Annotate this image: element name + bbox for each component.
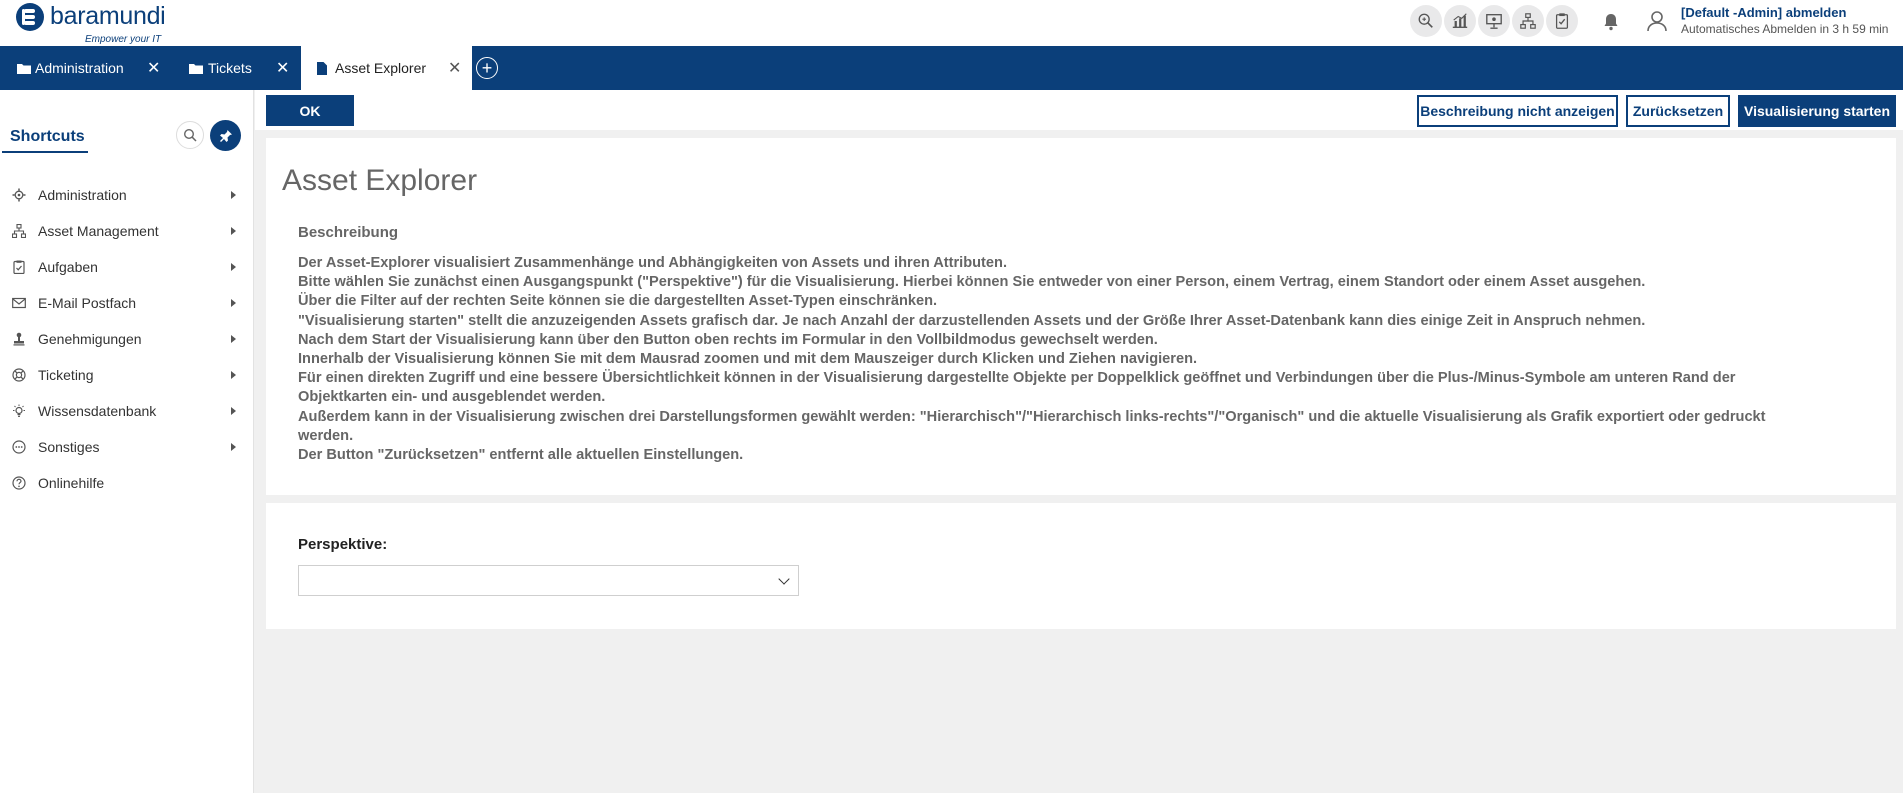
- close-tab-icon[interactable]: ✕: [147, 58, 160, 78]
- sidebar-item-ticketing[interactable]: Ticketing: [0, 357, 253, 393]
- document-icon: [317, 62, 327, 75]
- ok-button[interactable]: OK: [266, 95, 354, 126]
- folder-icon: [17, 64, 31, 74]
- description-line: Außerdem kann in der Visualisierung zwis…: [298, 408, 1766, 444]
- baramundi-logo[interactable]: baramundi Empower your IT: [16, 2, 176, 45]
- perspective-label: Perspektive:: [298, 536, 388, 553]
- clipboard-check-icon[interactable]: [1546, 5, 1578, 37]
- support-icon: [12, 368, 26, 382]
- perspective-select[interactable]: [298, 565, 799, 596]
- reset-button[interactable]: Zurücksetzen: [1626, 95, 1730, 127]
- description-line: "Visualisierung starten" stellt die anzu…: [298, 312, 1646, 329]
- description-line: Innerhalb der Visualisierung können Sie …: [298, 351, 1198, 368]
- active-tab-underline: [2, 151, 88, 153]
- chevron-right-icon: [231, 371, 236, 379]
- sidebar-item-label: Aufgaben: [38, 259, 98, 275]
- presentation-icon[interactable]: [1478, 5, 1510, 37]
- shortcuts-title[interactable]: Shortcuts: [10, 128, 85, 146]
- sidebar-item-label: E-Mail Postfach: [38, 295, 137, 311]
- tab-administration[interactable]: Administration ✕: [0, 46, 170, 90]
- stamp-icon: [13, 332, 25, 346]
- description-line: Über die Filter auf der rechten Seite kö…: [298, 293, 938, 310]
- add-tab-icon[interactable]: +: [476, 57, 498, 79]
- sidebar-item-genehmigungen[interactable]: Genehmigungen: [0, 321, 253, 357]
- chevron-right-icon: [231, 299, 236, 307]
- sidebar-item-label: Onlinehilfe: [38, 475, 105, 491]
- chevron-right-icon: [231, 263, 236, 271]
- user-avatar-icon[interactable]: [1644, 8, 1670, 34]
- description-heading: Beschreibung: [298, 224, 399, 241]
- notification-bell-icon[interactable]: [1599, 10, 1623, 34]
- app-header: baramundi Empower your IT [Default -Admi…: [0, 0, 1903, 46]
- chevron-down-icon: [778, 573, 790, 585]
- close-tab-icon[interactable]: ✕: [276, 58, 289, 78]
- sidebar-item-label: Wissensdatenbank: [38, 403, 157, 419]
- mail-icon: [12, 297, 26, 309]
- sidebar-item-wissensdatenbank[interactable]: Wissensdatenbank: [0, 393, 253, 429]
- chevron-right-icon: [231, 407, 236, 415]
- description-line: Bitte wählen Sie zunächst einen Ausgangs…: [298, 274, 1646, 291]
- sidebar-item-label: Sonstiges: [38, 439, 100, 455]
- description-line: Nach dem Start der Visualisierung kann ü…: [298, 331, 1158, 348]
- logo-text: baramundi: [50, 2, 166, 30]
- description-line: Für einen direkten Zugriff und eine bess…: [298, 370, 1736, 406]
- description-text: Der Asset-Explorer visualisiert Zusammen…: [298, 254, 1818, 465]
- tab-bar: Administration ✕ Tickets ✕ Asset Explore…: [0, 46, 1903, 90]
- hide-description-button[interactable]: Beschreibung nicht anzeigen: [1417, 95, 1618, 127]
- tab-tickets[interactable]: Tickets ✕: [170, 46, 300, 90]
- lightbulb-icon: [13, 404, 25, 417]
- description-line: Der Button "Zurücksetzen" entfernt alle …: [298, 447, 744, 464]
- zoom-search-icon[interactable]: [1410, 5, 1442, 37]
- chevron-right-icon: [231, 335, 236, 343]
- sidebar-item-asset-management[interactable]: Asset Management: [0, 213, 253, 249]
- chart-icon[interactable]: [1444, 5, 1476, 37]
- tab-label: Asset Explorer: [335, 60, 427, 76]
- folder-icon: [189, 64, 203, 74]
- help-icon: [12, 476, 26, 490]
- tab-label: Tickets: [208, 60, 252, 76]
- gear-icon: [12, 188, 26, 202]
- sidebar-item-onlinehilfe[interactable]: Onlinehilfe: [0, 465, 253, 501]
- search-icon[interactable]: [176, 121, 204, 149]
- sidebar-item-aufgaben[interactable]: Aufgaben: [0, 249, 253, 285]
- chevron-right-icon: [231, 227, 236, 235]
- logo-tagline: Empower your IT: [85, 34, 162, 45]
- clipboard-icon: [13, 260, 25, 274]
- more-icon: [12, 440, 26, 454]
- chevron-right-icon: [231, 443, 236, 451]
- tab-asset-explorer[interactable]: Asset Explorer ✕: [301, 46, 472, 90]
- sidebar-item-label: Genehmigungen: [38, 331, 142, 347]
- close-tab-icon[interactable]: ✕: [448, 58, 461, 78]
- hierarchy-icon: [12, 224, 26, 238]
- shortcuts-sidebar: Shortcuts Administration Asset Managemen…: [0, 90, 254, 793]
- start-visualization-button[interactable]: Visualisierung starten: [1738, 95, 1896, 127]
- pin-icon[interactable]: [210, 120, 241, 151]
- logout-link[interactable]: [Default -Admin] abmelden: [1681, 5, 1846, 20]
- sidebar-item-sonstiges[interactable]: Sonstiges: [0, 429, 253, 465]
- sidebar-item-label: Asset Management: [38, 223, 159, 239]
- tab-label: Administration: [35, 60, 124, 76]
- page-title: Asset Explorer: [282, 164, 478, 197]
- sidebar-item-email-postfach[interactable]: E-Mail Postfach: [0, 285, 253, 321]
- auto-logout-timer: Automatisches Abmelden in 3 h 59 min: [1681, 22, 1889, 36]
- description-line: Der Asset-Explorer visualisiert Zusammen…: [298, 255, 1008, 271]
- sidebar-item-label: Administration: [38, 187, 127, 203]
- sidebar-item-label: Ticketing: [38, 367, 94, 383]
- sidebar-item-administration[interactable]: Administration: [0, 177, 253, 213]
- chevron-right-icon: [231, 191, 236, 199]
- baramundi-logo-icon: [16, 3, 44, 31]
- hierarchy-icon[interactable]: [1512, 5, 1544, 37]
